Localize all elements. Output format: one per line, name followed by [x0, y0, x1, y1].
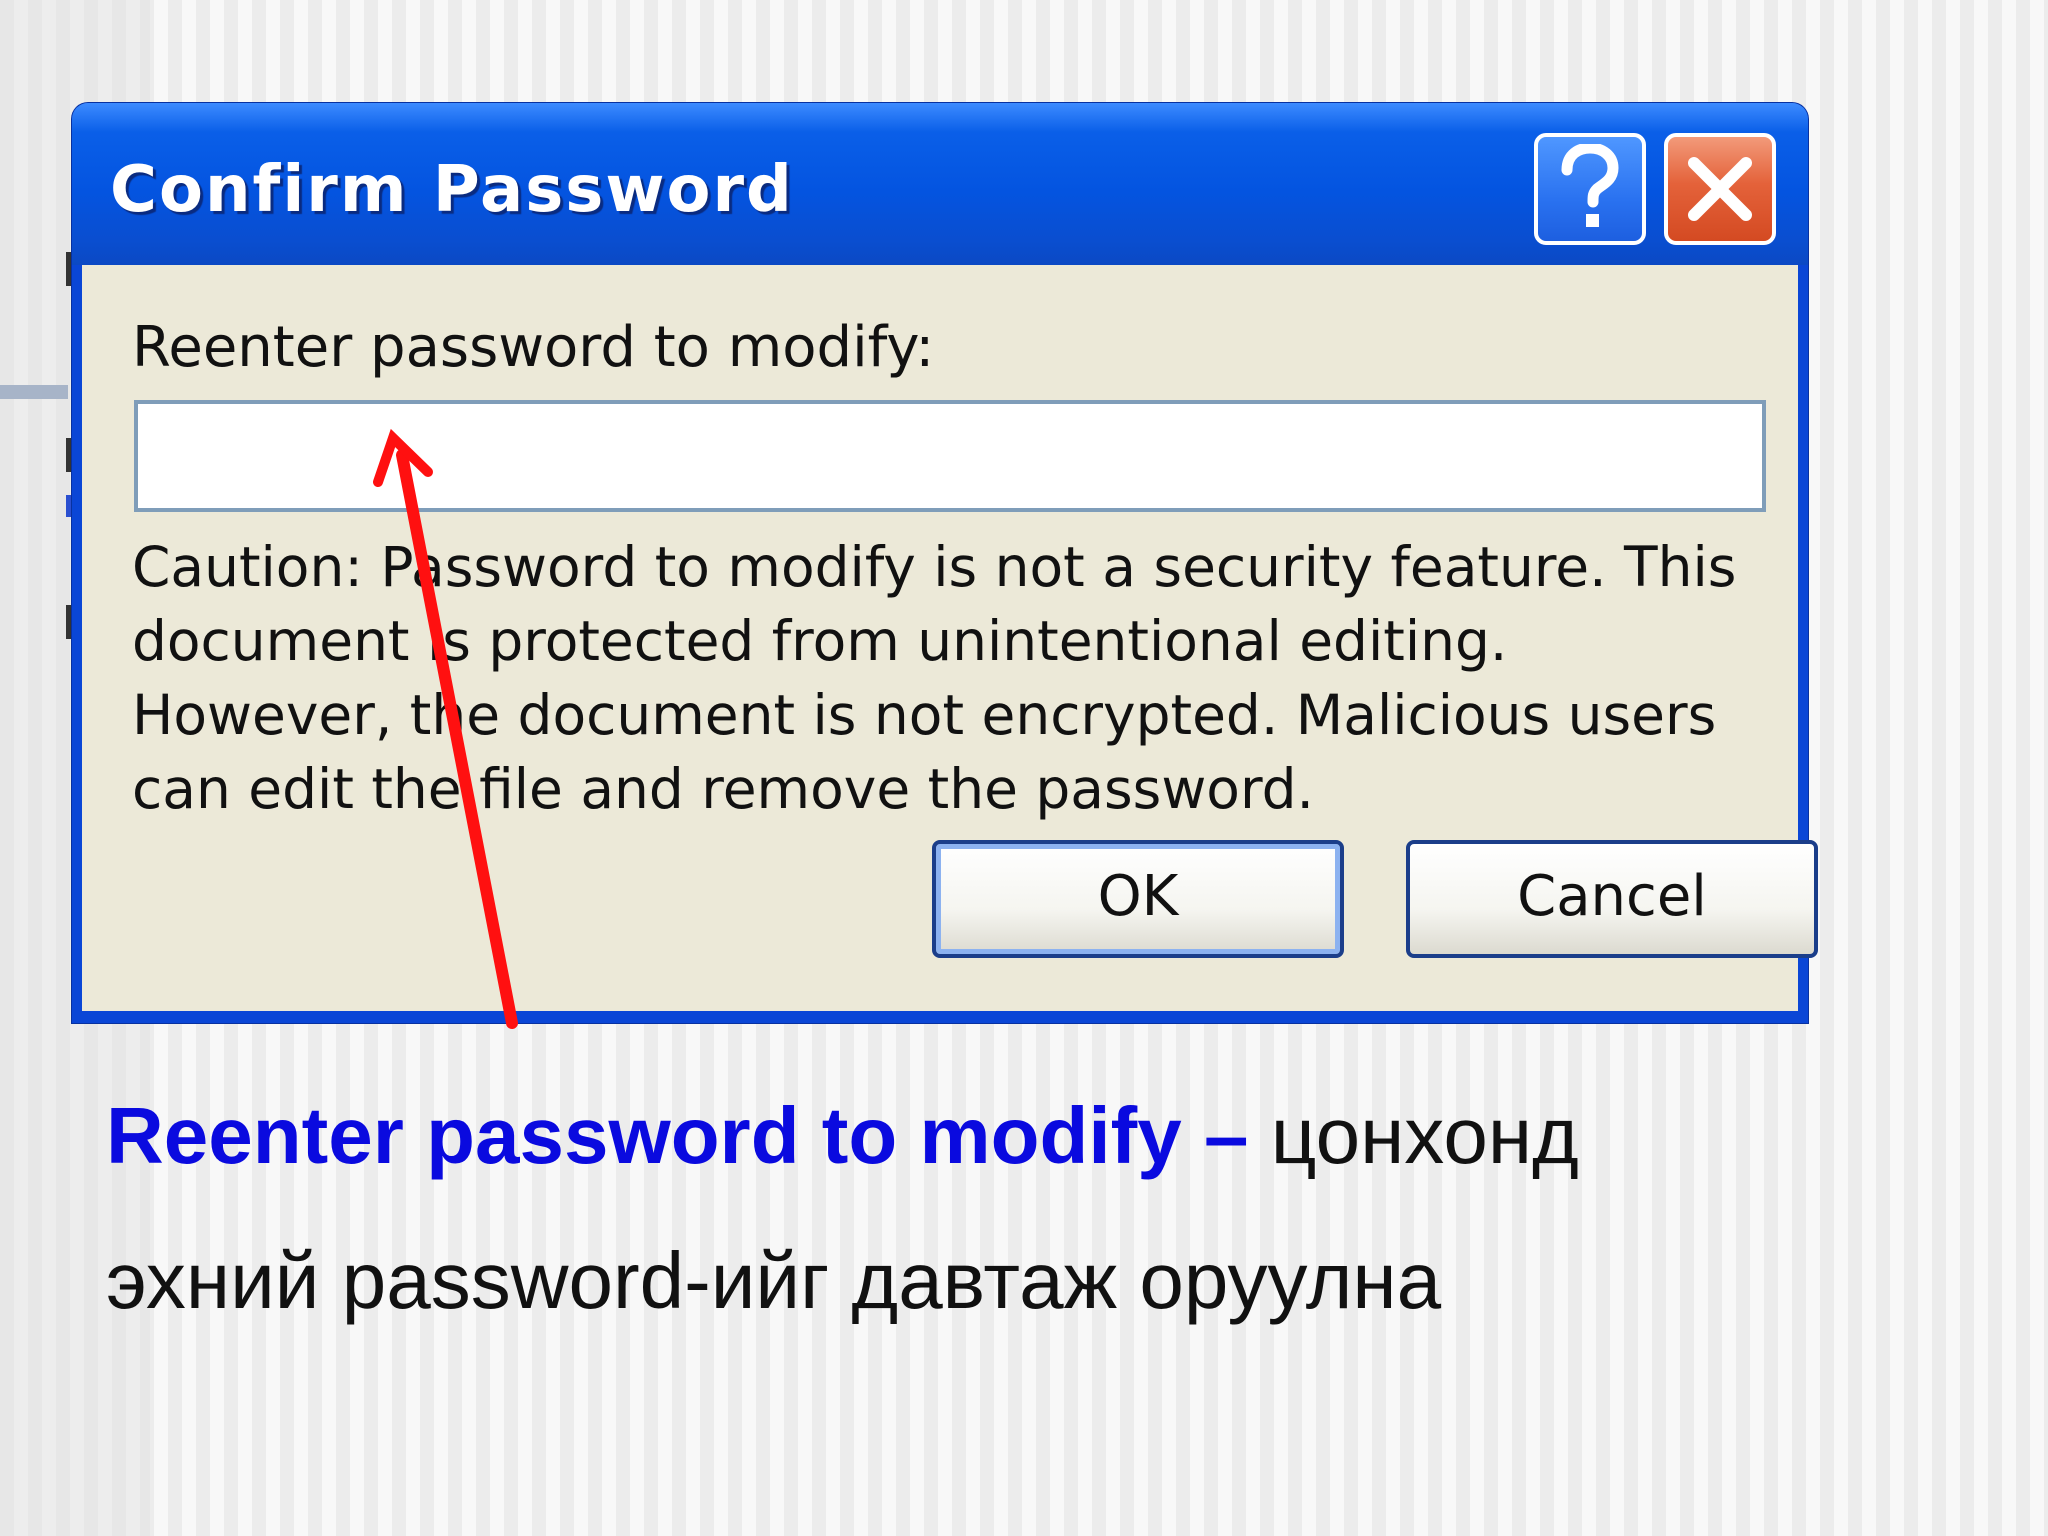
explanation-dash: – — [1181, 1091, 1249, 1180]
help-button[interactable] — [1534, 133, 1646, 245]
password-input[interactable] — [134, 400, 1766, 512]
explanation-line-1-rest: цонхонд — [1248, 1091, 1579, 1180]
dialog-titlebar[interactable]: Confirm Password — [72, 103, 1808, 265]
slide-accent-line — [0, 385, 68, 399]
question-mark-icon — [1561, 144, 1619, 227]
explanation-line-1: Reenter password to modify – цонхонд — [106, 1090, 1579, 1182]
confirm-password-dialog: Confirm Password Reenter password to mod… — [72, 103, 1818, 1023]
password-prompt-label: Reenter password to modify: — [132, 315, 935, 380]
explanation-term: Reenter password to modify — [106, 1091, 1182, 1180]
dialog-client-area: Reenter password to modify: Caution: Pas… — [82, 265, 1818, 1011]
caution-text: Caution: Password to modify is not a sec… — [132, 535, 1737, 821]
close-button[interactable] — [1664, 133, 1776, 245]
cancel-button[interactable]: Cancel — [1406, 840, 1818, 958]
close-x-icon — [1688, 157, 1752, 221]
explanation-line-2: эхний password-ийг давтаж оруулна — [106, 1236, 1442, 1325]
ok-button[interactable]: OK — [932, 840, 1344, 958]
dialog-title: Confirm Password — [110, 153, 794, 227]
